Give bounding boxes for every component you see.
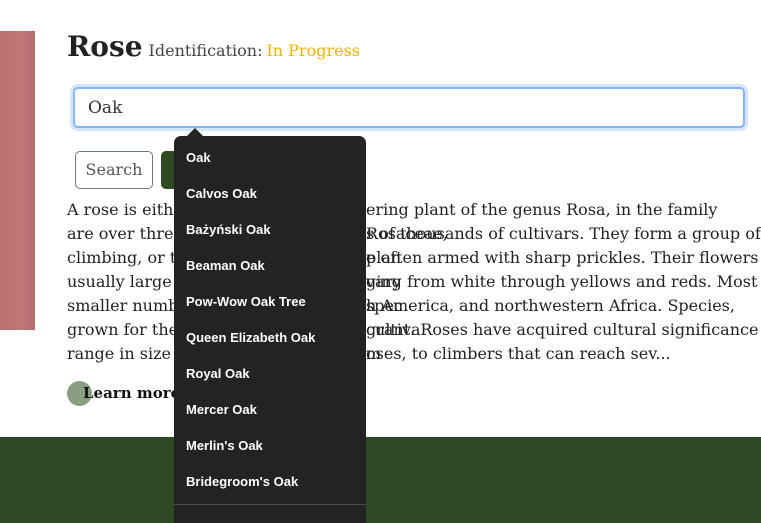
page-header: Rose Identification: In Progress <box>67 30 360 63</box>
rose-image <box>0 31 35 330</box>
suggestion-item[interactable]: Calvos Oak <box>186 185 257 203</box>
description-line-4a: usually large a <box>67 272 187 291</box>
page-title: Rose <box>67 30 143 63</box>
suggestion-item[interactable]: Pow-Wow Oak Tree <box>186 293 306 311</box>
suggestion-item[interactable]: Mercer Oak <box>186 401 257 419</box>
description-line-5a: smaller numbe <box>67 296 188 315</box>
description-line-3a: climbing, or tr <box>67 248 184 267</box>
description-line-7a: range in size f <box>67 344 183 363</box>
description-line-6a: grown for thei <box>67 320 184 339</box>
learn-more-label: Learn more <box>83 384 181 402</box>
description-line-2a: are over three <box>67 224 183 243</box>
search-button[interactable]: Search <box>75 151 153 189</box>
identification-status: In Progress <box>266 41 361 60</box>
suggestion-item[interactable]: Merlin's Oak <box>186 437 263 455</box>
suggestion-item[interactable]: Beaman Oak <box>186 257 265 275</box>
suggestion-item[interactable]: Royal Oak <box>186 365 250 383</box>
suggestion-item[interactable]: Bridegroom's Oak <box>186 473 298 491</box>
footer <box>0 437 761 523</box>
suggestion-item[interactable]: Bażyński Oak <box>186 221 271 239</box>
suggestion-item[interactable]: Queen Elizabeth Oak <box>186 329 315 347</box>
search-input[interactable] <box>73 87 745 128</box>
description-line-7b: oses, to climbers that can reach sev... <box>366 344 671 363</box>
suggestion-item[interactable]: Oak <box>186 149 211 167</box>
description: A rose is eithe ering plant of the genus … <box>67 198 761 366</box>
autocomplete-dropdown: Oak Calvos Oak Bażyński Oak Beaman Oak P… <box>174 136 366 523</box>
dropdown-divider <box>174 504 366 505</box>
identification-label: Identification: <box>148 41 263 60</box>
description-line-1a: A rose is eithe <box>67 200 183 219</box>
